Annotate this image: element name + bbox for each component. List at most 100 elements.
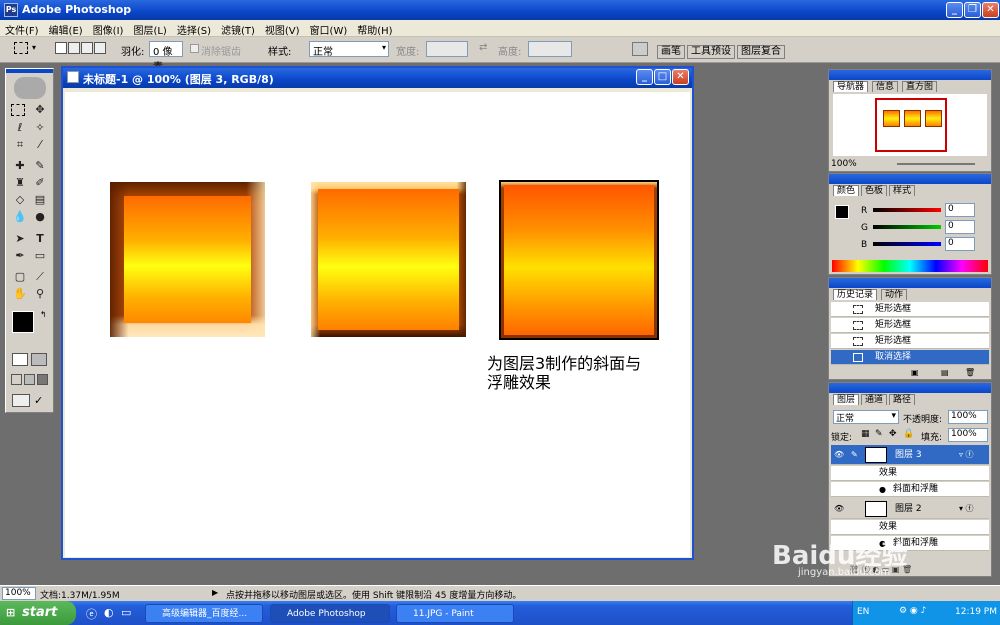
hand-icon[interactable]: ✋: [11, 286, 29, 302]
tab-swatches[interactable]: 色板: [861, 185, 888, 196]
language-indicator[interactable]: EN: [857, 607, 869, 617]
new-document-icon[interactable]: ▤: [941, 368, 949, 377]
tray-icons[interactable]: ⚙ ◉ ♪: [899, 606, 926, 616]
tab-history[interactable]: 历史记录: [833, 289, 878, 300]
color-foreground-swatch[interactable]: [835, 205, 849, 219]
pen-icon[interactable]: ✒: [11, 248, 29, 264]
trash-icon[interactable]: 🗑: [965, 368, 975, 377]
history-panel-header[interactable]: [829, 278, 991, 288]
magic-wand-icon[interactable]: ✧: [31, 120, 49, 136]
tab-layers[interactable]: 图层: [833, 394, 860, 405]
task-browser[interactable]: 高级编辑器_百度经...: [145, 604, 263, 623]
history-item[interactable]: 矩形选框: [831, 334, 989, 349]
menu-file[interactable]: 文件(F): [0, 20, 44, 37]
quicklaunch-desktop-icon[interactable]: ▭: [121, 606, 131, 619]
swap-colors-icon[interactable]: ↰: [40, 310, 47, 319]
swap-icon[interactable]: ⇄: [479, 42, 487, 53]
quicklaunch-ie-icon[interactable]: ⓔ: [86, 606, 97, 622]
menu-help[interactable]: 帮助(H): [352, 20, 397, 37]
color-ramp[interactable]: [832, 260, 988, 272]
navigator-panel-header[interactable]: [829, 70, 991, 80]
navigator-zoom-slider[interactable]: [897, 163, 975, 165]
color-panel-header[interactable]: [829, 174, 991, 184]
jump-to-imageready-icon[interactable]: [12, 394, 30, 407]
quickmask-mode-icon[interactable]: [31, 353, 47, 366]
zoom-icon[interactable]: ⚲: [31, 286, 49, 302]
doc-minimize-button[interactable]: _: [636, 69, 653, 85]
lock-paint-icon[interactable]: ✎: [875, 429, 883, 439]
blur-icon[interactable]: 💧: [11, 209, 29, 225]
tab-brushes[interactable]: 画笔: [657, 45, 685, 59]
standard-mode-icon[interactable]: [12, 353, 28, 366]
height-input[interactable]: [528, 41, 572, 57]
history-brush-icon[interactable]: ✐: [31, 175, 49, 191]
task-photoshop[interactable]: Adobe Photoshop: [270, 604, 390, 623]
clock[interactable]: 12:19 PM: [955, 607, 997, 617]
screen-mode-full-menu-icon[interactable]: [24, 374, 35, 385]
gradient-icon[interactable]: ▤: [31, 192, 49, 208]
blue-slider[interactable]: [873, 242, 941, 246]
new-selection-icon[interactable]: [55, 42, 67, 54]
tab-paths[interactable]: 路径: [889, 394, 916, 405]
doc-close-button[interactable]: ✕: [672, 69, 689, 85]
toolbox-grip[interactable]: [6, 69, 53, 73]
lock-transparency-icon[interactable]: ▦: [861, 429, 870, 439]
navigator-zoom[interactable]: 100%: [831, 159, 857, 169]
doc-maximize-button[interactable]: □: [654, 69, 671, 85]
blend-mode-select[interactable]: 正常 ▾: [833, 410, 899, 424]
clone-stamp-icon[interactable]: ♜: [11, 175, 29, 191]
crop-icon[interactable]: ⌗: [11, 137, 29, 153]
history-item-selected[interactable]: 取消选择: [831, 350, 989, 365]
rect-marquee-icon[interactable]: [11, 104, 25, 116]
marquee-tool-icon[interactable]: [14, 42, 28, 54]
eye-icon[interactable]: 👁: [834, 445, 844, 465]
layers-panel-header[interactable]: [829, 383, 991, 393]
edit-imageready-icon[interactable]: ✓: [34, 394, 43, 407]
tab-info[interactable]: 信息: [872, 81, 899, 92]
green-input[interactable]: 0: [945, 220, 975, 234]
healing-brush-icon[interactable]: ✚: [11, 158, 29, 174]
fx-icon[interactable]: ▾ ⓕ: [959, 499, 974, 519]
fx-icon[interactable]: ▿ ⓕ: [959, 445, 974, 465]
type-icon[interactable]: T: [31, 231, 49, 247]
layer-effect-row[interactable]: ● 斜面和浮雕: [831, 482, 989, 497]
tab-histogram[interactable]: 直方图: [902, 81, 938, 92]
close-button[interactable]: ✕: [982, 2, 999, 18]
layer-row-2[interactable]: 👁 图层 2 ▾ ⓕ: [831, 499, 989, 519]
minimize-button[interactable]: _: [946, 2, 963, 18]
antialias-checkbox[interactable]: [190, 44, 199, 53]
opacity-input[interactable]: 100%: [948, 410, 988, 424]
tab-tool-presets[interactable]: 工具预设: [687, 45, 735, 59]
green-slider[interactable]: [873, 225, 941, 229]
lock-move-icon[interactable]: ✥: [889, 429, 897, 439]
tab-layer-comps[interactable]: 图层复合: [737, 45, 785, 59]
menu-layer[interactable]: 图层(L): [128, 20, 171, 37]
red-slider[interactable]: [873, 208, 941, 212]
status-arrow-icon[interactable]: ▶: [212, 588, 218, 597]
dodge-icon[interactable]: ●: [31, 209, 49, 225]
eye-icon[interactable]: 👁: [834, 499, 844, 519]
menu-image[interactable]: 图像(I): [88, 20, 129, 37]
eraser-icon[interactable]: ◇: [11, 192, 29, 208]
red-input[interactable]: 0: [945, 203, 975, 217]
navigator-preview[interactable]: [833, 94, 987, 156]
restore-button[interactable]: ❐: [964, 2, 981, 18]
menu-select[interactable]: 选择(S): [172, 20, 216, 37]
feather-logo-icon[interactable]: [14, 77, 46, 99]
tab-navigator[interactable]: 导航器: [833, 81, 869, 92]
chevron-down-icon[interactable]: ▾: [32, 43, 36, 52]
add-selection-icon[interactable]: [68, 42, 80, 54]
feather-input[interactable]: 0 像素: [149, 41, 183, 73]
width-input[interactable]: [426, 41, 468, 57]
blue-input[interactable]: 0: [945, 237, 975, 251]
palette-well-icon[interactable]: [632, 42, 648, 56]
menu-window[interactable]: 窗口(W): [305, 20, 353, 37]
eyedropper-icon[interactable]: ⟋: [31, 269, 49, 285]
intersect-selection-icon[interactable]: [94, 42, 106, 54]
tab-styles[interactable]: 样式: [889, 185, 916, 196]
foreground-color-swatch[interactable]: [12, 311, 34, 333]
shape-icon[interactable]: ▭: [31, 248, 49, 264]
lasso-icon[interactable]: ℓ: [11, 120, 29, 136]
menu-view[interactable]: 视图(V): [260, 20, 305, 37]
notes-icon[interactable]: ▢: [11, 269, 29, 285]
